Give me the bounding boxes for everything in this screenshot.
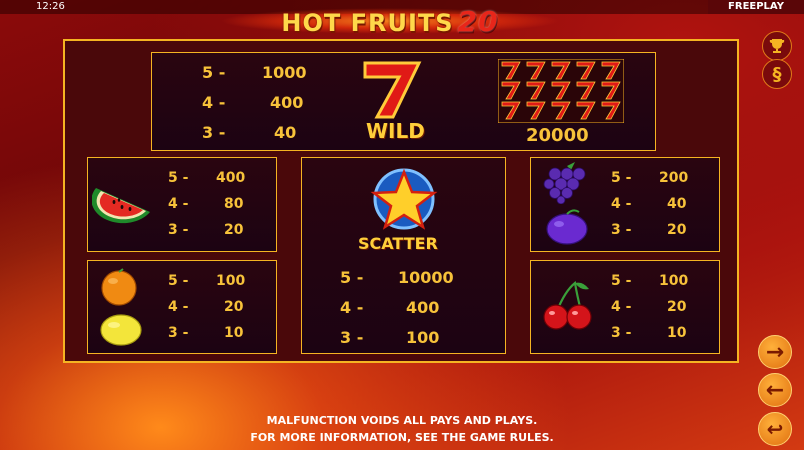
pay-count: 5 - xyxy=(611,170,632,186)
pay-row: 4 - 400 xyxy=(340,298,439,317)
arrow-left-icon: ← xyxy=(765,377,785,403)
trophy-button[interactable] xyxy=(762,31,792,61)
pay-value: 10 xyxy=(667,325,687,341)
paytable-frame: 5 - 1000 4 - 400 3 - 40 WILD 20000 5 - 400 4… xyxy=(63,39,739,363)
pay-row: 5 - 1000 xyxy=(202,63,307,82)
pay-value: 20 xyxy=(667,222,687,238)
grapes-plum-panel: 5 - 200 4 - 40 3 - 20 xyxy=(530,157,720,252)
pay-value: 10000 xyxy=(398,268,454,287)
pay-count: 4 - xyxy=(340,298,364,317)
pay-value: 20 xyxy=(224,299,244,315)
pay-value: 400 xyxy=(216,170,246,186)
freeplay-badge: FREEPLAY xyxy=(708,0,804,14)
wild-label: WILD xyxy=(366,119,425,143)
star-icon xyxy=(370,168,438,230)
rules-button[interactable]: § xyxy=(762,59,792,89)
pay-count: 3 - xyxy=(168,222,189,238)
pay-count: 4 - xyxy=(168,196,189,212)
pay-row: 4 - 20 xyxy=(611,299,686,315)
pay-count: 3 - xyxy=(611,222,632,238)
watermelon-icon xyxy=(92,188,150,224)
pay-value: 20 xyxy=(224,222,244,238)
orange-lemon-panel: 5 - 100 4 - 20 3 - 10 xyxy=(87,260,277,354)
pay-row: 3 - 40 xyxy=(202,123,296,142)
pay-count: 4 - xyxy=(168,299,189,315)
pay-row: 5 - 200 xyxy=(611,170,688,186)
pay-row: 3 - 20 xyxy=(611,222,686,238)
pay-row: 5 - 400 xyxy=(168,170,245,186)
pay-row: 3 - 100 xyxy=(340,328,439,347)
prev-page-button[interactable]: ← xyxy=(758,373,792,407)
pay-value: 10 xyxy=(224,325,244,341)
pay-value: 40 xyxy=(274,123,297,142)
full-screen-win: 20000 xyxy=(526,125,589,146)
pay-count: 5 - xyxy=(340,268,364,287)
pay-row: 4 - 20 xyxy=(168,299,243,315)
pay-row: 3 - 10 xyxy=(168,325,243,341)
pay-count: 5 - xyxy=(611,273,632,289)
trophy-icon xyxy=(769,39,785,53)
pay-count: 4 - xyxy=(611,299,632,315)
scatter-label: SCATTER xyxy=(358,234,438,253)
footer-line-2: FOR MORE INFORMATION, SEE THE GAME RULES… xyxy=(250,431,554,444)
pay-value: 100 xyxy=(216,273,246,289)
pay-value: 100 xyxy=(406,328,440,347)
seven-icon xyxy=(363,61,422,119)
pay-count: 3 - xyxy=(202,123,226,142)
logo-number: 20 xyxy=(457,5,499,38)
pay-value: 80 xyxy=(224,196,244,212)
cherries-icon xyxy=(543,281,592,330)
clock: 12:26 xyxy=(36,1,65,12)
seven-grid-icon xyxy=(498,59,624,123)
plum-icon xyxy=(546,209,588,245)
orange-icon xyxy=(101,268,137,306)
pay-value: 1000 xyxy=(262,63,307,82)
pay-row: 5 - 10000 xyxy=(340,268,454,287)
scatter-panel: SCATTER 5 - 10000 4 - 400 3 - 100 xyxy=(301,157,506,354)
pay-count: 4 - xyxy=(202,93,226,112)
pay-row: 4 - 80 xyxy=(168,196,243,212)
cherries-panel: 5 - 100 4 - 20 3 - 10 xyxy=(530,260,720,354)
pay-row: 3 - 20 xyxy=(168,222,243,238)
pay-row: 5 - 100 xyxy=(168,273,245,289)
grapes-icon xyxy=(543,162,586,204)
pay-count: 5 - xyxy=(202,63,226,82)
lemon-icon xyxy=(100,314,142,346)
pay-value: 200 xyxy=(659,170,689,186)
pay-count: 5 - xyxy=(168,273,189,289)
pay-value: 20 xyxy=(667,299,687,315)
logo-title: HOT FRUITS xyxy=(281,9,454,37)
wild-panel: 5 - 1000 4 - 400 3 - 40 WILD 20000 xyxy=(151,52,656,151)
game-logo: HOT FRUITS 20 xyxy=(220,4,560,38)
watermelon-panel: 5 - 400 4 - 80 3 - 20 xyxy=(87,157,277,252)
arrow-right-icon: → xyxy=(765,339,785,365)
pay-value: 100 xyxy=(659,273,689,289)
pay-count: 4 - xyxy=(611,196,632,212)
pay-row: 4 - 40 xyxy=(611,196,686,212)
pay-count: 3 - xyxy=(168,325,189,341)
pay-count: 3 - xyxy=(611,325,632,341)
pay-value: 40 xyxy=(667,196,687,212)
pay-value: 400 xyxy=(270,93,304,112)
pay-row: 5 - 100 xyxy=(611,273,688,289)
pay-row: 3 - 10 xyxy=(611,325,686,341)
pay-value: 400 xyxy=(406,298,440,317)
pay-count: 3 - xyxy=(340,328,364,347)
pay-row: 4 - 400 xyxy=(202,93,303,112)
pay-count: 5 - xyxy=(168,170,189,186)
next-page-button[interactable]: → xyxy=(758,335,792,369)
section-icon: § xyxy=(772,63,782,85)
footer-line-1: MALFUNCTION VOIDS ALL PAYS AND PLAYS. xyxy=(266,414,538,427)
